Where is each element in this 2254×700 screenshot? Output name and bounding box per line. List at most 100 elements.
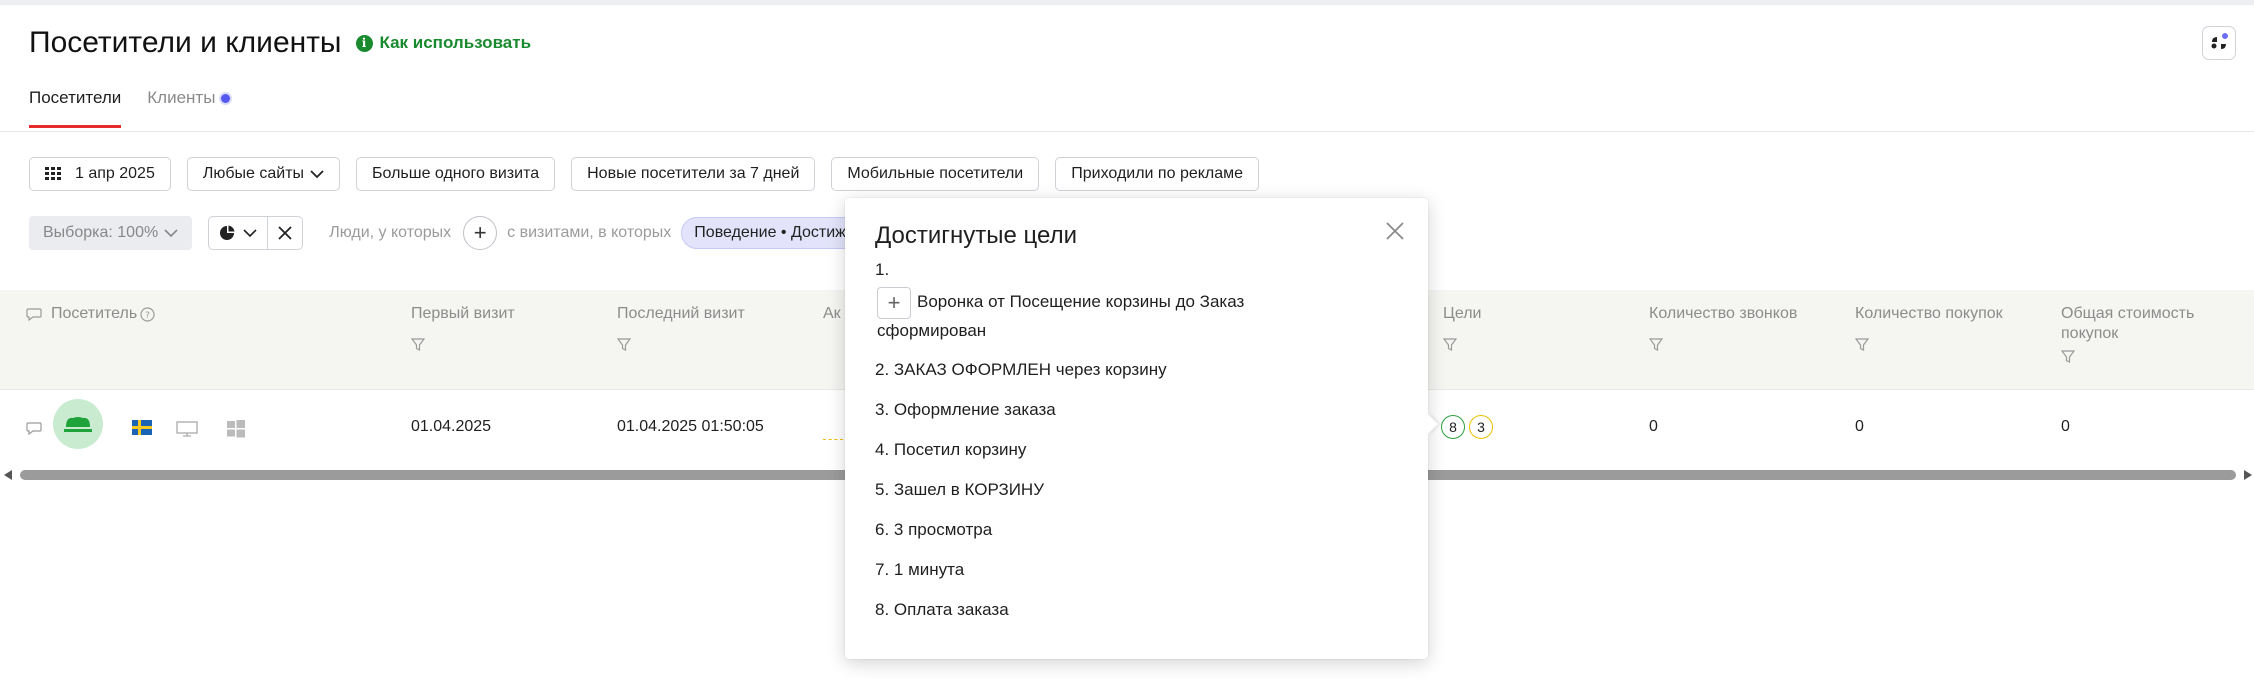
column-calls-label: Количество звонков: [1649, 305, 1798, 322]
comment-icon[interactable]: [26, 422, 42, 435]
column-purchases: Количество покупок: [1855, 304, 2003, 352]
new-visitors-button[interactable]: Новые посетители за 7 дней: [571, 157, 816, 191]
goals-other-badge[interactable]: 3: [1469, 415, 1493, 439]
purchases-cell: 0: [1855, 418, 1864, 435]
new-visitors-label: Новые посетители за 7 дней: [587, 165, 800, 182]
column-visitor: Посетитель ?: [26, 304, 155, 324]
new-badge: [221, 93, 231, 103]
chevron-down-icon: [243, 228, 257, 237]
sites-label: Любые сайты: [202, 165, 305, 182]
column-visitor-label: Посетитель: [51, 305, 138, 322]
clear-segment-button[interactable]: [267, 217, 302, 249]
column-goals-label: Цели: [1443, 305, 1482, 322]
sites-dropdown[interactable]: Любые сайты: [186, 157, 341, 191]
how-to-use-label: Как использовать: [379, 33, 532, 52]
windows-icon: [227, 420, 245, 438]
column-purchases-label: Количество покупок: [1855, 305, 2003, 322]
funnel-label-cont: сформирован: [877, 321, 987, 340]
column-activity: Ак: [823, 304, 841, 324]
condition-label: Поведение • Достиж: [694, 224, 846, 241]
filter-icon[interactable]: [1855, 338, 1869, 352]
segment-row: Выборка: 100% Люди, у которых + с визита…: [29, 216, 859, 250]
more-than-one-visit-label: Больше одного визита: [372, 165, 540, 182]
tab-clients-label: Клиенты: [147, 88, 216, 107]
tab-visitors[interactable]: Посетители: [29, 88, 122, 128]
column-first-visit: Первый визит: [411, 304, 515, 352]
notification-dot: [2221, 32, 2229, 40]
scroll-right-arrow[interactable]: [2244, 470, 2252, 480]
filter-icon[interactable]: [411, 338, 425, 352]
popup-title: Достигнутые цели: [875, 222, 1077, 249]
how-to-use-link[interactable]: i Как использовать: [355, 33, 532, 53]
filter-icon[interactable]: [1649, 338, 1663, 352]
calls-cell: 0: [1649, 418, 1658, 435]
goal-index: 1.: [875, 260, 890, 279]
goal-item: 2. ЗАКАЗ ОФОРМЛЕН через корзину: [875, 360, 1167, 379]
column-calls: Количество звонков: [1649, 304, 1797, 352]
segment-controls: [208, 216, 304, 250]
date-button[interactable]: 1 апр 2025: [29, 157, 171, 191]
ads-visitors-button[interactable]: Приходили по рекламе: [1055, 157, 1260, 191]
date-label: 1 апр 2025: [75, 165, 155, 182]
goals-cell[interactable]: 8 3: [1441, 415, 1497, 439]
sample-label: Выборка: 100%: [43, 224, 159, 241]
expand-funnel-button[interactable]: +: [877, 286, 911, 319]
plus-icon: +: [473, 220, 487, 245]
chevron-down-icon: [310, 169, 324, 178]
sweden-flag-icon: [132, 420, 152, 435]
funnel-label: Воронка от Посещение корзины до Заказ: [917, 292, 1245, 311]
ads-visitors-label: Приходили по рекламе: [1071, 165, 1244, 182]
column-goals: Цели: [1443, 304, 1481, 352]
info-icon: i: [355, 34, 373, 52]
goal-item: 3. Оформление заказа: [875, 400, 1056, 419]
chevron-down-icon: [164, 228, 178, 237]
close-icon[interactable]: [1384, 220, 1406, 242]
calendar-icon: [45, 167, 61, 180]
desktop-icon: [176, 421, 198, 437]
last-visit-cell: 01.04.2025 01:50:05: [617, 418, 764, 435]
pie-chart-icon: [220, 225, 235, 240]
column-last-visit: Последний визит: [617, 304, 745, 352]
column-last-visit-label: Последний визит: [617, 305, 745, 322]
visitor-avatar[interactable]: [53, 399, 103, 449]
add-condition-button[interactable]: +: [463, 216, 498, 250]
svg-text:?: ?: [145, 311, 150, 321]
visitor-avatar-icon: [64, 417, 92, 432]
column-activity-label: Ак: [823, 305, 841, 322]
segment-type-dropdown[interactable]: [209, 217, 267, 249]
tab-clients[interactable]: Клиенты: [147, 88, 231, 128]
page-title: Посетители и клиенты: [29, 26, 342, 59]
goal-item: 7. 1 минута: [875, 560, 965, 579]
assistant-button[interactable]: [2202, 26, 2236, 60]
visits-condition-label: с визитами, в которых: [507, 224, 672, 241]
mobile-visitors-label: Мобильные посетители: [847, 165, 1024, 182]
goal-list: 1. + Воронка от Посещение корзины до Зака…: [875, 256, 1398, 630]
tabs: Посетители Клиенты: [29, 88, 256, 128]
help-icon[interactable]: ?: [140, 306, 155, 322]
total-cost-cell: 0: [2061, 418, 2070, 435]
top-strip: [0, 0, 2254, 5]
filter-icon[interactable]: [2061, 350, 2075, 364]
column-total-cost: Общая стоимость покупок: [2061, 304, 2241, 364]
goal-item: 8. Оплата заказа: [875, 600, 1009, 619]
column-total-cost-label: Общая стоимость покупок: [2061, 305, 2195, 342]
close-icon: [278, 226, 292, 240]
goal-item: 1.: [875, 256, 1398, 282]
sample-dropdown[interactable]: Выборка: 100%: [29, 216, 193, 250]
goal-item: 6. 3 просмотра: [875, 520, 993, 539]
filter-icon[interactable]: [617, 338, 631, 352]
first-visit-cell: 01.04.2025: [411, 418, 492, 435]
mobile-visitors-button[interactable]: Мобильные посетители: [831, 157, 1040, 191]
people-condition-label: Люди, у которых: [329, 224, 452, 241]
tabs-divider: [0, 131, 2254, 132]
goal-item: 4. Посетил корзину: [875, 440, 1027, 459]
behavior-condition-chip[interactable]: Поведение • Достиж: [681, 217, 859, 249]
goals-reached-badge[interactable]: 8: [1441, 415, 1465, 439]
more-than-one-visit-button[interactable]: Больше одного визита: [356, 157, 556, 191]
page-header: Посетители и клиенты i Как использовать: [29, 26, 531, 60]
activity-bar: [823, 439, 843, 440]
scroll-left-arrow[interactable]: [4, 470, 12, 480]
filter-bar: 1 апр 2025 Любые сайты Больше одного виз…: [29, 157, 1275, 191]
column-first-visit-label: Первый визит: [411, 305, 515, 322]
filter-icon[interactable]: [1443, 338, 1457, 352]
